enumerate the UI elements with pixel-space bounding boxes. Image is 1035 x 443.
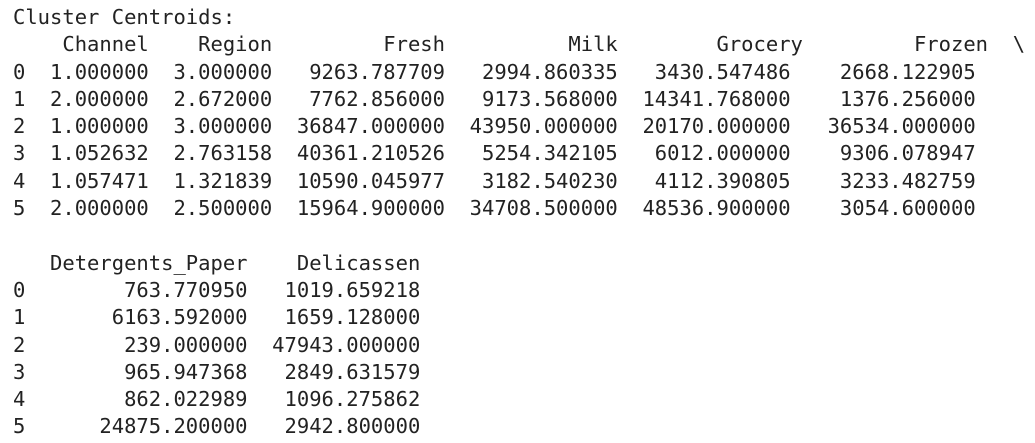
table-row: 0 1.000000 3.000000 9263.787709 2994.860… xyxy=(13,59,976,84)
table-header-2: Detergents_Paper Delicassen xyxy=(13,250,421,275)
table-row: 3 1.052632 2.763158 40361.210526 5254.34… xyxy=(13,141,976,166)
table-row: 3 965.947368 2849.631579 xyxy=(13,359,421,384)
table-row: 4 1.057471 1.321839 10590.045977 3182.54… xyxy=(13,168,976,193)
console-output: Cluster Centroids: Channel Region Fresh … xyxy=(13,4,1025,441)
table-row: 1 6163.592000 1659.128000 xyxy=(13,305,421,330)
table-row: 5 2.000000 2.500000 15964.900000 34708.5… xyxy=(13,196,976,221)
table-row: 2 239.000000 47943.000000 xyxy=(13,332,421,357)
output-heading: Cluster Centroids: xyxy=(13,5,236,29)
table-header-1: Channel Region Fresh Milk Grocery Frozen… xyxy=(13,32,1026,57)
table-row: 0 763.770950 1019.659218 xyxy=(13,277,421,302)
table-row: 2 1.000000 3.000000 36847.000000 43950.0… xyxy=(13,114,976,139)
table-row: 1 2.000000 2.672000 7762.856000 9173.568… xyxy=(13,86,976,111)
table-row: 5 24875.200000 2942.800000 xyxy=(13,414,421,439)
table-row: 4 862.022989 1096.275862 xyxy=(13,387,421,412)
